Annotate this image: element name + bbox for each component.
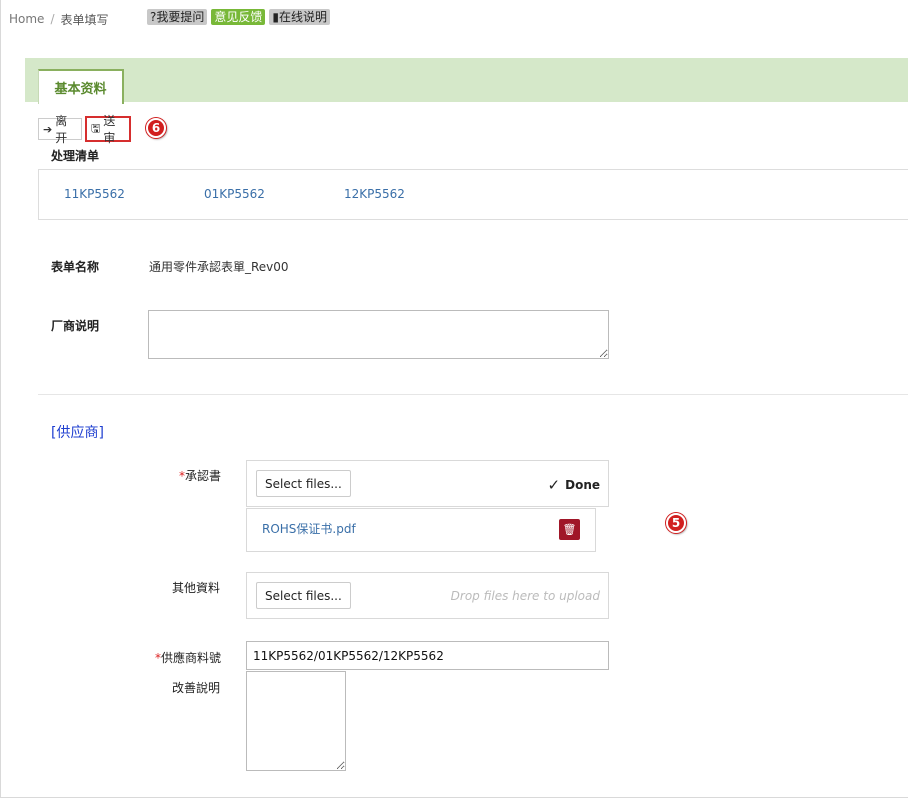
process-list: 11KP5562 01KP5562 12KP5562: [38, 169, 908, 220]
supplier-part-no-input[interactable]: [246, 641, 609, 670]
step-marker-6: 6: [146, 118, 166, 138]
approval-doc-upload: Select files... ✓ Done: [246, 460, 609, 507]
improvement-textarea[interactable]: [246, 671, 346, 771]
other-docs-upload: Select files... Drop files here to uploa…: [246, 572, 609, 619]
form-name-value: 通用零件承認表單_Rev00: [149, 260, 289, 274]
supplier-part-no-label-text: 供應商料號: [161, 651, 222, 665]
leave-label: 离开: [55, 114, 68, 145]
process-list-item[interactable]: 12KP5562: [344, 187, 405, 201]
submit-label: 送审: [103, 114, 116, 145]
breadcrumb-current: 表单填写: [60, 12, 109, 27]
vendor-note-label: 厂商说明: [51, 319, 100, 333]
tab-basic-info[interactable]: 基本资料: [38, 69, 124, 104]
online-help-button[interactable]: ▮在线说明: [269, 9, 331, 25]
form-name-label: 表单名称: [51, 260, 100, 274]
exit-icon: ➔: [43, 122, 53, 136]
feedback-button[interactable]: 意见反馈: [211, 9, 266, 25]
breadcrumb-home[interactable]: Home: [9, 12, 44, 26]
check-icon: ✓: [547, 476, 561, 494]
other-select-files-button[interactable]: Select files...: [256, 582, 351, 609]
approval-select-files-button[interactable]: Select files...: [256, 470, 351, 497]
trash-icon: 🗑: [562, 523, 577, 536]
submit-review-button[interactable]: 🖫 送审: [85, 114, 131, 145]
improvement-label: 改善說明: [172, 681, 221, 695]
other-docs-label: 其他資料: [172, 581, 221, 595]
approval-doc-label-text: 承認書: [185, 469, 222, 483]
process-list-title: 处理清单: [51, 149, 100, 163]
upload-done-status: ✓ Done: [548, 476, 600, 494]
vendor-note-textarea[interactable]: [148, 310, 609, 359]
ask-question-button[interactable]: ?我要提问: [147, 9, 208, 25]
supplier-part-no-label: *供應商料號: [155, 649, 221, 666]
approval-doc-label: *承認書: [179, 467, 221, 484]
header-badges: ?我要提问 意见反馈 ▮在线说明: [143, 9, 331, 25]
save-icon: 🖫: [91, 121, 101, 135]
section-divider: [38, 394, 908, 395]
uploaded-file-link[interactable]: ROHS保证书.pdf: [262, 520, 356, 537]
book-icon: ▮: [272, 10, 279, 24]
page-frame: Home / 表单填写 ?我要提问 意见反馈 ▮在线说明 基本资料 ➔ 离开 🖫…: [0, 0, 908, 798]
delete-file-button[interactable]: 🗑: [559, 519, 580, 540]
online-help-label: 在线说明: [279, 10, 328, 24]
process-list-item[interactable]: 11KP5562: [64, 187, 125, 201]
step-marker-5: 5: [666, 513, 686, 533]
breadcrumb-separator: /: [50, 12, 55, 26]
breadcrumb: Home / 表单填写: [9, 9, 109, 29]
uploaded-file-row: ROHS保证书.pdf 🗑: [246, 508, 596, 552]
drop-zone-hint[interactable]: Drop files here to upload: [451, 589, 600, 603]
tab-bar: 基本资料: [25, 58, 908, 104]
supplier-section-title: [供应商]: [51, 425, 104, 441]
leave-button[interactable]: ➔ 离开: [38, 114, 82, 145]
process-list-item[interactable]: 01KP5562: [204, 187, 265, 201]
done-label: Done: [565, 478, 600, 492]
